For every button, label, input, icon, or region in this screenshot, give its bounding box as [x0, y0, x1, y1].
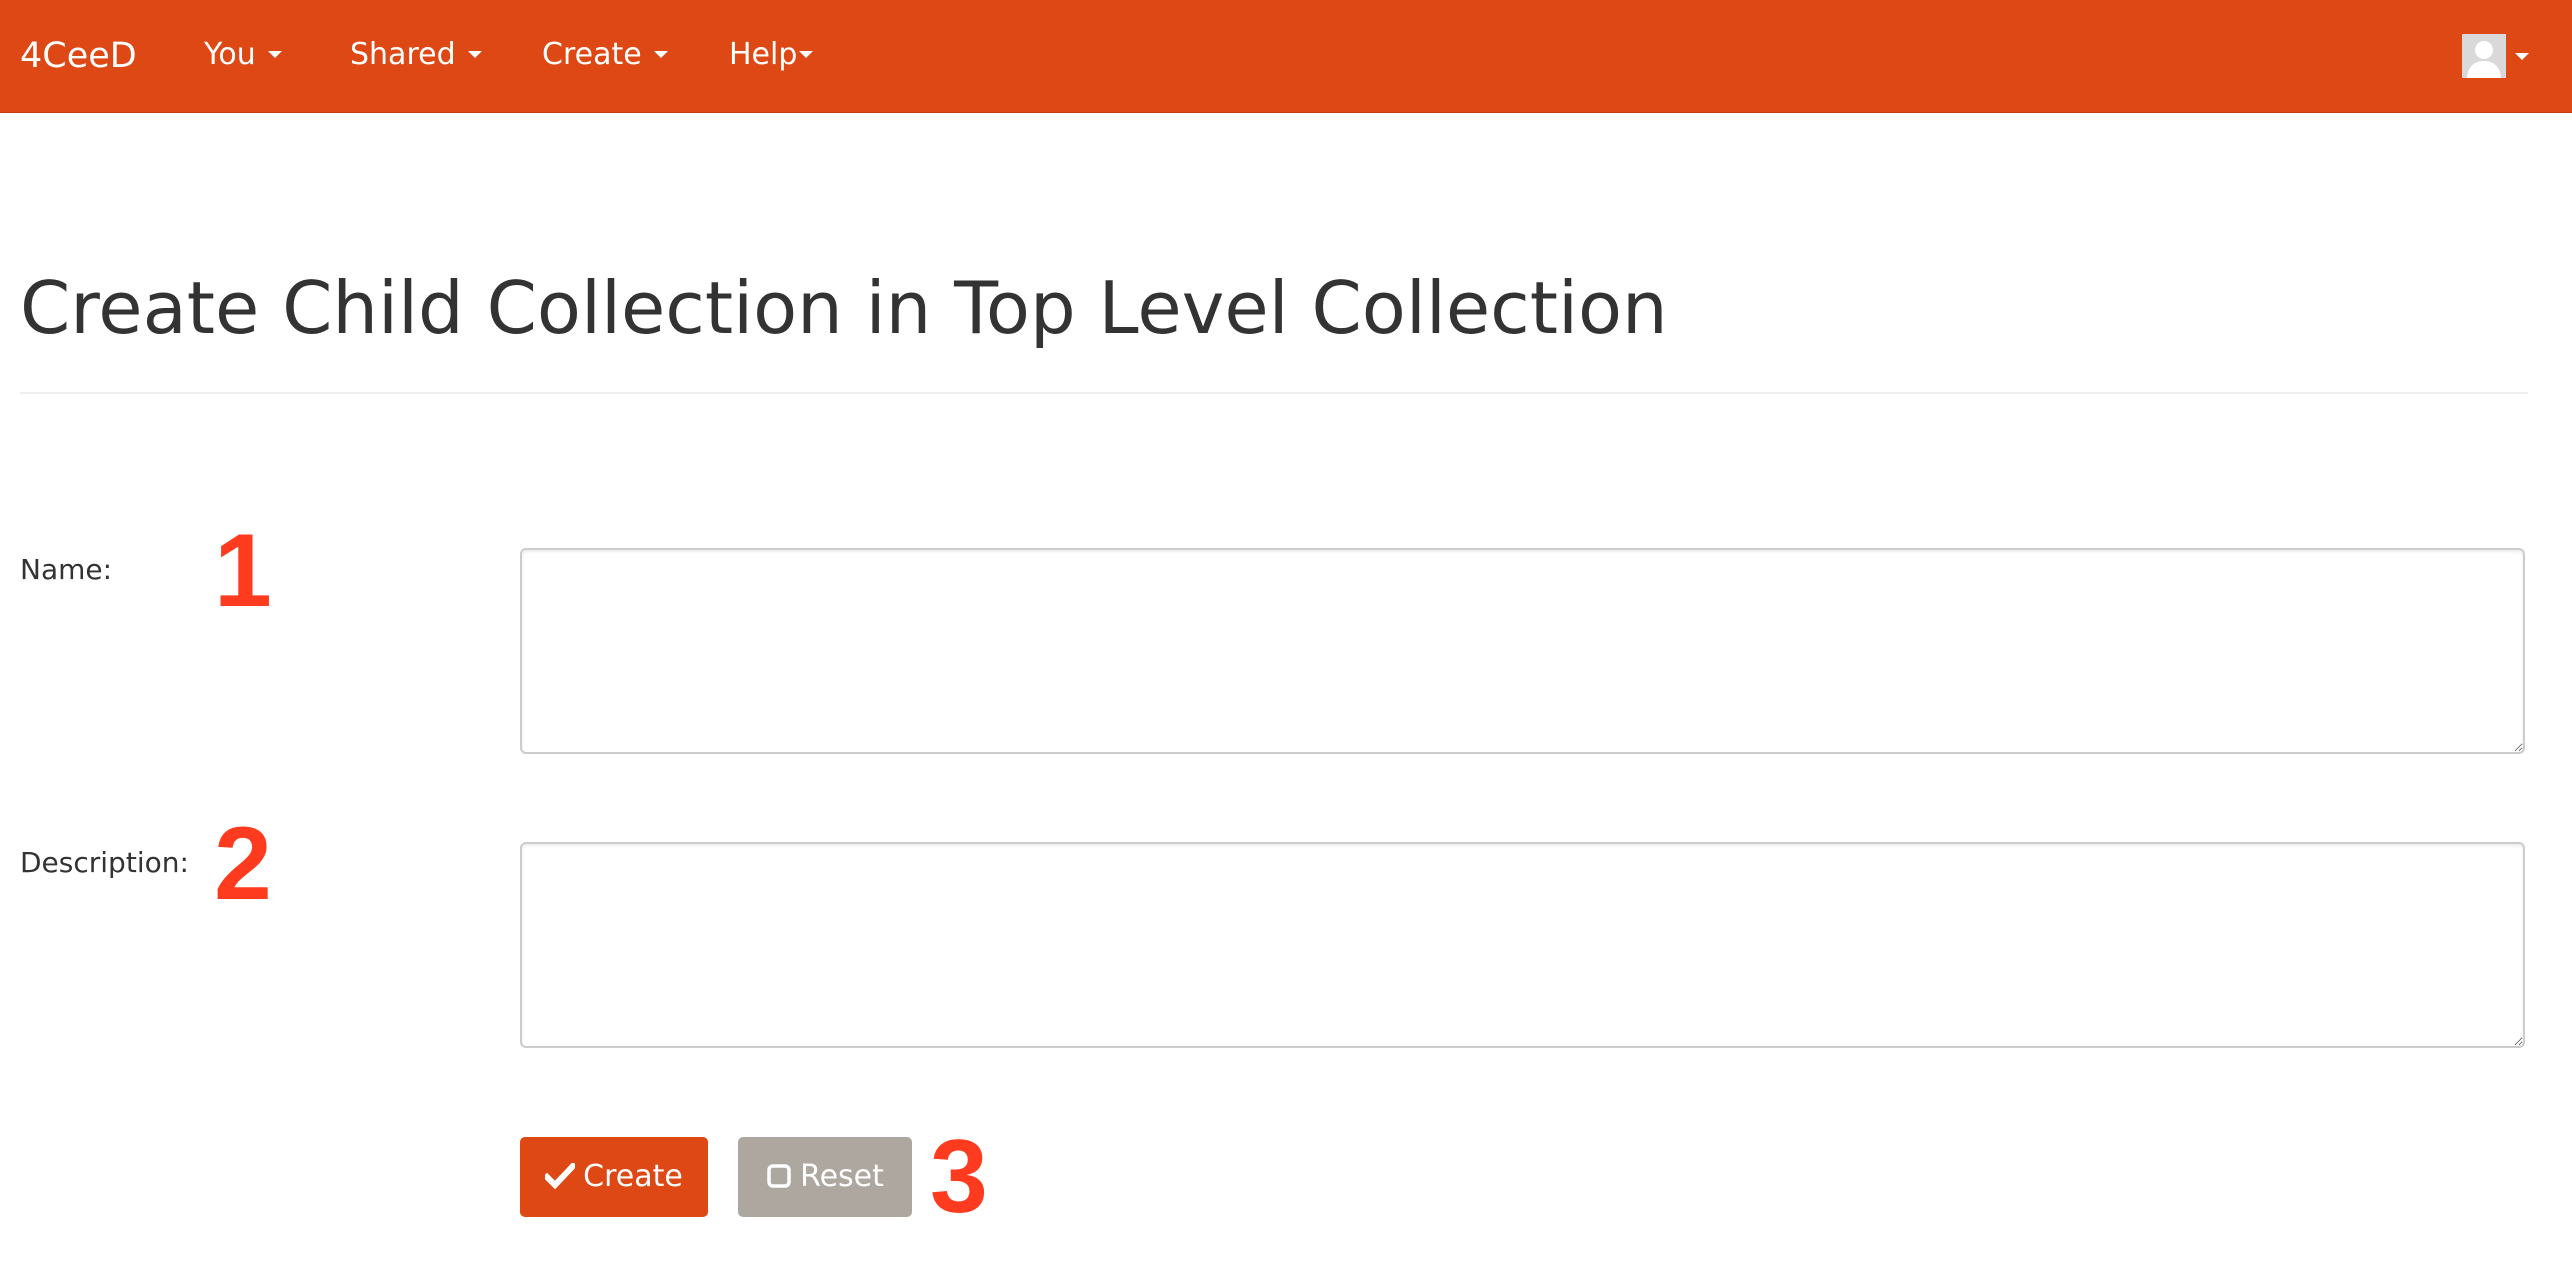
nav-shared-dropdown[interactable]: Shared — [350, 0, 482, 113]
chevron-down-icon — [653, 51, 668, 58]
name-field[interactable] — [520, 548, 2525, 754]
title-divider — [20, 392, 2528, 394]
annotation-marker-1: 1 — [214, 513, 272, 629]
nav-you-label: You — [204, 37, 256, 72]
description-field[interactable] — [520, 842, 2525, 1048]
nav-shared-label: Shared — [350, 37, 456, 72]
reset-button-label: Reset — [800, 1159, 884, 1194]
reset-button[interactable]: Reset — [738, 1137, 912, 1217]
brand-logo[interactable]: 4CeeD — [20, 0, 137, 113]
checkmark-icon — [542, 1161, 578, 1189]
top-navbar: 4CeeD You Shared Create Help — [0, 0, 2572, 113]
user-silhouette-icon — [2462, 34, 2506, 78]
nav-help-dropdown[interactable]: Help — [729, 0, 814, 113]
create-button-label: Create — [583, 1159, 683, 1194]
square-outline-icon — [767, 1163, 791, 1188]
chevron-down-icon — [267, 51, 282, 58]
nav-create-label: Create — [542, 37, 642, 72]
chevron-down-icon — [2515, 53, 2529, 60]
name-label: Name: — [20, 553, 113, 586]
nav-create-dropdown[interactable]: Create — [542, 0, 668, 113]
create-button[interactable]: Create — [520, 1137, 708, 1217]
annotation-marker-3: 3 — [930, 1119, 988, 1235]
chevron-down-icon — [467, 51, 482, 58]
annotation-marker-2: 2 — [214, 806, 272, 922]
nav-help-label: Help — [729, 37, 798, 72]
description-label: Description: — [20, 846, 189, 879]
page-title: Create Child Collection in Top Level Col… — [20, 266, 1668, 350]
avatar — [2462, 34, 2506, 78]
chevron-down-icon — [799, 51, 814, 58]
nav-you-dropdown[interactable]: You — [204, 0, 282, 113]
